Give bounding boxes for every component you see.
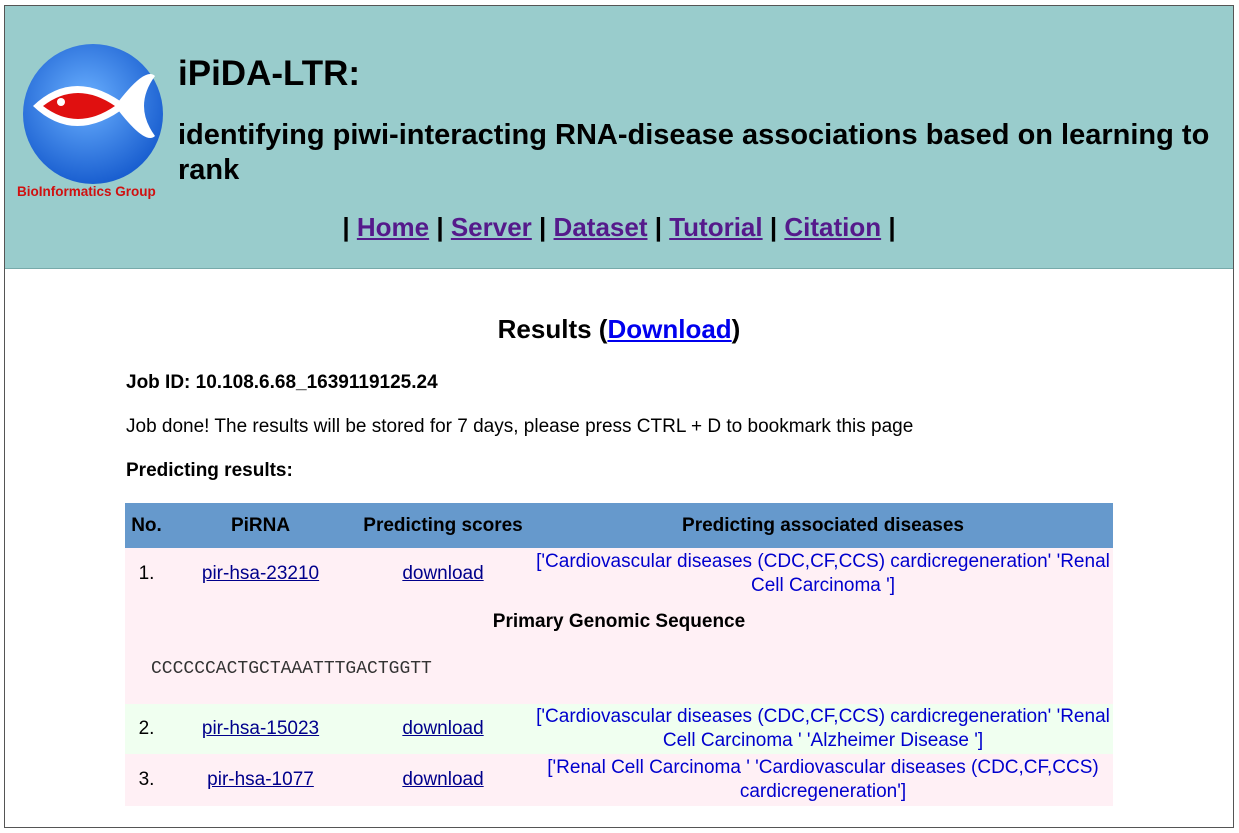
bioinformatics-group-logo: BioInformatics Group <box>17 44 163 199</box>
nav-citation[interactable]: Citation <box>784 212 881 242</box>
main-nav: | Home | Server | Dataset | Tutorial | C… <box>342 212 896 242</box>
nav-home[interactable]: Home <box>357 212 429 242</box>
pirna-link[interactable]: pir-hsa-23210 <box>202 563 319 584</box>
scores-download-link[interactable]: download <box>402 769 483 790</box>
site-subtitle: identifying piwi-interacting RNA-disease… <box>178 119 1210 186</box>
header-diseases: Predicting associated diseases <box>533 503 1113 548</box>
logo-text: BioInformatics Group <box>17 184 156 199</box>
results-title: Results (Download) <box>497 314 741 344</box>
diseases-cell: ['Cardiovascular diseases (CDC,CF,CCS) c… <box>533 548 1113 600</box>
row-number: 2. <box>125 704 168 754</box>
predicting-results-label: Predicting results: <box>126 460 293 481</box>
sequence-row: CCCCCCACTGCTAAATTTGACTGGTT <box>125 644 1113 694</box>
table-header-row: No. PiRNA Predicting scores Predicting a… <box>125 503 1113 548</box>
site-header: BioInformatics Group iPiDA-LTR: identify… <box>5 6 1233 269</box>
nav-dataset[interactable]: Dataset <box>554 212 648 242</box>
spacer-row <box>125 694 1113 704</box>
genomic-sequence: CCCCCCACTGCTAAATTTGACTGGTT <box>125 644 1113 694</box>
nav-tutorial[interactable]: Tutorial <box>669 212 762 242</box>
site-title: iPiDA-LTR: <box>178 54 361 93</box>
diseases-cell: ['Renal Cell Carcinoma ' 'Cardiovascular… <box>533 754 1113 806</box>
table-row: 3. pir-hsa-1077 download ['Renal Cell Ca… <box>125 754 1113 806</box>
scores-download-link[interactable]: download <box>402 718 483 739</box>
diseases-cell: ['Cardiovascular diseases (CDC,CF,CCS) c… <box>533 704 1113 754</box>
download-results-link[interactable]: Download <box>607 314 731 344</box>
nav-server[interactable]: Server <box>451 212 532 242</box>
header-no: No. <box>125 503 168 548</box>
header-pirna: PiRNA <box>168 503 353 548</box>
results-table: No. PiRNA Predicting scores Predicting a… <box>125 503 1113 806</box>
header-scores: Predicting scores <box>353 503 533 548</box>
job-message: Job done! The results will be stored for… <box>126 416 914 437</box>
pirna-link[interactable]: pir-hsa-1077 <box>207 769 314 790</box>
row-number: 1. <box>125 548 168 600</box>
scores-download-link[interactable]: download <box>402 563 483 584</box>
table-row: 1. pir-hsa-23210 download ['Cardiovascul… <box>125 548 1113 600</box>
sequence-heading-row: Primary Genomic Sequence <box>125 600 1113 644</box>
page-frame: BioInformatics Group iPiDA-LTR: identify… <box>4 5 1234 828</box>
sequence-heading: Primary Genomic Sequence <box>125 600 1113 644</box>
row-number: 3. <box>125 754 168 806</box>
table-row: 2. pir-hsa-15023 download ['Cardiovascul… <box>125 704 1113 754</box>
job-id: Job ID: 10.108.6.68_1639119125.24 <box>126 372 438 393</box>
pirna-link[interactable]: pir-hsa-15023 <box>202 718 319 739</box>
